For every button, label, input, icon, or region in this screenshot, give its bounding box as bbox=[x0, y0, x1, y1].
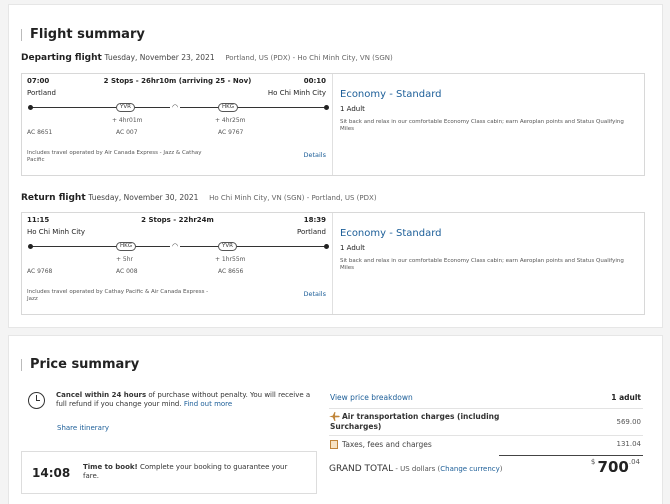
flight-summary-card: Flight summary Departing flight Tuesday,… bbox=[8, 4, 663, 328]
flight-number-1: AC 8651 bbox=[27, 129, 53, 136]
booking-timer-box: 14:08 Time to book! Complete your bookin… bbox=[21, 451, 317, 494]
origin-dot bbox=[28, 105, 33, 110]
view-price-breakdown-link[interactable]: View price breakdown bbox=[330, 393, 413, 402]
departing-flight-header: Departing flight Tuesday, November 23, 2… bbox=[21, 53, 393, 63]
grand-total-integer: 700 bbox=[597, 458, 629, 476]
grand-total-currency: - US dollars ( bbox=[393, 465, 441, 473]
price-summary-card: Price summary Cancel within 24 hours of … bbox=[8, 335, 663, 504]
air-charges-value: 569.00 bbox=[616, 418, 642, 426]
departing-label: Departing flight bbox=[21, 53, 102, 63]
departing-route: Portland, US (PDX) - Ho Chi Minh City, V… bbox=[225, 54, 393, 62]
return-cabin-description: Sit back and relax in our comfortable Ec… bbox=[340, 258, 624, 271]
price-summary-title: Price summary bbox=[21, 358, 139, 371]
return-cabin-class[interactable]: Economy - Standard bbox=[340, 228, 442, 239]
departing-stops-duration: 2 Stops - 26hr10m (arriving 25 - Nov) bbox=[103, 77, 252, 85]
wifi-icon: ◠ bbox=[170, 242, 181, 250]
wifi-icon: ◠ bbox=[170, 103, 181, 111]
cancel-policy: Cancel within 24 hours of purchase witho… bbox=[56, 391, 316, 409]
air-charges-label: Air transportation charges (including Su… bbox=[330, 412, 500, 431]
operated-by-notice: Includes travel operated by Air Canada E… bbox=[27, 150, 202, 163]
find-out-more-link[interactable]: Find out more bbox=[184, 400, 232, 408]
cancel-policy-bold: Cancel within 24 hours bbox=[56, 391, 147, 399]
return-flight-number-1: AC 9768 bbox=[27, 268, 53, 275]
receipt-icon bbox=[330, 440, 338, 449]
return-stops-duration: 2 Stops - 22hr24m bbox=[141, 216, 214, 224]
departing-details-link[interactable]: Details bbox=[303, 151, 326, 159]
return-label: Return flight bbox=[21, 193, 86, 203]
return-flight-number-2: AC 008 bbox=[116, 268, 138, 275]
taxes-value: 131.04 bbox=[616, 440, 642, 448]
booking-timer: 14:08 bbox=[32, 466, 71, 480]
grand-total-amount: $ 700.04 bbox=[591, 458, 640, 476]
destination-dot bbox=[324, 105, 329, 110]
currency-symbol: $ bbox=[590, 458, 596, 466]
return-layover-2: + 1hr55m bbox=[215, 256, 246, 263]
stop-airport-yvr: YVR bbox=[116, 103, 135, 112]
passenger-count: 1 Adult bbox=[340, 105, 365, 113]
flight-number-2: AC 007 bbox=[116, 129, 138, 136]
departing-date: Tuesday, November 23, 2021 bbox=[104, 53, 215, 62]
return-flight-box: 11:15 2 Stops - 22hr24m 18:39 Ho Chi Min… bbox=[21, 212, 645, 315]
return-destination-city: Portland bbox=[297, 228, 326, 236]
total-divider bbox=[499, 455, 643, 456]
cabin-description: Sit back and relax in our comfortable Ec… bbox=[340, 119, 624, 132]
clock-icon bbox=[28, 392, 45, 409]
return-operated-by-notice: Includes travel operated by Cathay Pacif… bbox=[27, 289, 209, 302]
departing-itinerary: 07:00 2 Stops - 26hr10m (arriving 25 - N… bbox=[22, 74, 333, 175]
time-to-book-message: Time to book! Complete your booking to g… bbox=[83, 463, 293, 481]
layover-2: + 4hr25m bbox=[215, 117, 246, 124]
return-origin-dot bbox=[28, 244, 33, 249]
flight-number-3: AC 9767 bbox=[218, 129, 244, 136]
share-itinerary-link[interactable]: Share itinerary bbox=[57, 424, 109, 432]
return-flight-number-3: AC 8656 bbox=[218, 268, 244, 275]
return-arrival-time: 18:39 bbox=[303, 216, 326, 224]
return-layover-1: + 5hr bbox=[116, 256, 134, 263]
cabin-class[interactable]: Economy - Standard bbox=[340, 89, 442, 100]
taxes-label: Taxes, fees and charges bbox=[342, 440, 432, 449]
return-origin-city: Ho Chi Minh City bbox=[27, 228, 86, 236]
return-passenger-count: 1 Adult bbox=[340, 244, 365, 252]
return-stop-airport-hkg: HKG bbox=[116, 242, 137, 251]
return-flight-header: Return flight Tuesday, November 30, 2021… bbox=[21, 193, 377, 203]
grand-total-text: GRAND TOTAL bbox=[329, 464, 394, 474]
return-destination-dot bbox=[324, 244, 329, 249]
grand-total-label: GRAND TOTAL - US dollars (Change currenc… bbox=[329, 464, 503, 474]
departing-flight-box: 07:00 2 Stops - 26hr10m (arriving 25 - N… bbox=[21, 73, 645, 176]
destination-city: Ho Chi Minh City bbox=[267, 89, 326, 97]
passenger-column-header: 1 adult bbox=[611, 393, 641, 402]
stop-airport-hkg: HKG bbox=[218, 103, 239, 112]
divider bbox=[329, 408, 643, 409]
return-itinerary: 11:15 2 Stops - 22hr24m 18:39 Ho Chi Min… bbox=[22, 213, 333, 314]
change-currency-link[interactable]: Change currency bbox=[440, 465, 500, 473]
grand-total-decimals: .04 bbox=[628, 458, 640, 466]
return-route: Ho Chi Minh City, VN (SGN) - Portland, U… bbox=[209, 194, 377, 202]
grand-total-close: ) bbox=[499, 465, 503, 473]
layover-1: + 4hr01m bbox=[112, 117, 143, 124]
return-stop-airport-yvr: YVR bbox=[218, 242, 237, 251]
arrival-time: 00:10 bbox=[303, 77, 326, 85]
divider bbox=[329, 435, 643, 436]
return-details-link[interactable]: Details bbox=[303, 290, 326, 298]
flight-summary-title: Flight summary bbox=[21, 28, 145, 41]
return-date: Tuesday, November 30, 2021 bbox=[88, 193, 199, 202]
time-to-book-bold: Time to book! bbox=[83, 463, 138, 471]
origin-city: Portland bbox=[27, 89, 56, 97]
